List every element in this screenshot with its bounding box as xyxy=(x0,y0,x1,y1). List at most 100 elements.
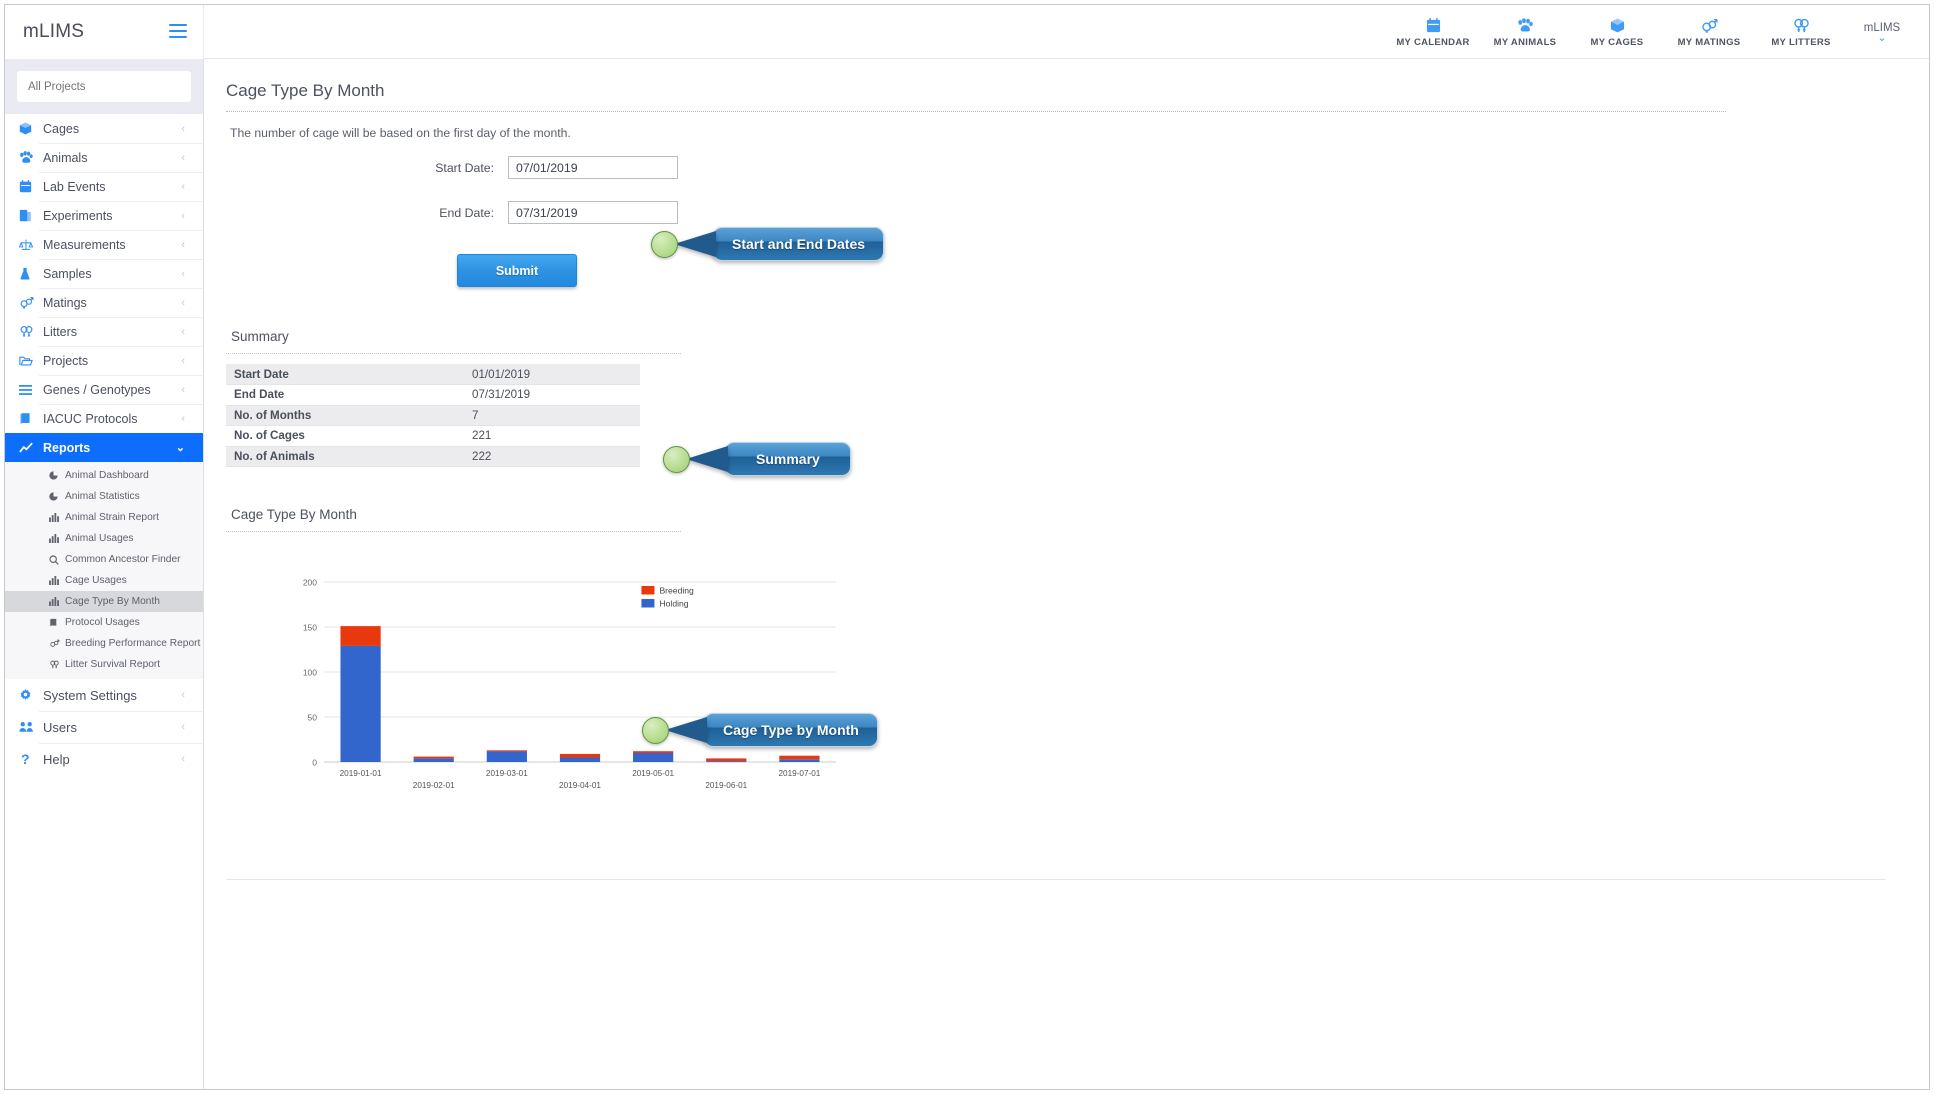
summary-value: 01/01/2019 xyxy=(464,364,640,385)
topnav-item-my-animals[interactable]: MY ANIMALS xyxy=(1479,5,1571,59)
sidebar-item-label: Lab Events xyxy=(43,179,106,194)
submenu-item-animal-dashboard[interactable]: Animal Dashboard xyxy=(5,465,203,486)
submenu-item-common-ancestor-finder[interactable]: Common Ancestor Finder xyxy=(5,549,203,570)
topnav-label: MY ANIMALS xyxy=(1493,36,1557,48)
submenu-item-cage-usages[interactable]: Cage Usages xyxy=(5,570,203,591)
summary-key: No. of Months xyxy=(226,405,464,426)
chevron-left-icon: ‹ xyxy=(181,412,185,425)
submenu-item-label: Common Ancestor Finder xyxy=(65,554,181,565)
calendar-icon xyxy=(1426,17,1441,34)
sidebar-item-label: System Settings xyxy=(43,687,137,703)
table-row: End Date 07/31/2019 xyxy=(226,384,640,406)
top-header: mLIMS MY CALENDAR MY ANIMALS MY CAGES MY… xyxy=(5,5,1929,59)
summary-value-cages-link[interactable]: 221 xyxy=(464,425,640,447)
end-date-row: End Date: xyxy=(226,201,1886,224)
submenu-item-label: Animal Statistics xyxy=(65,491,140,502)
topnav-item-my-litters[interactable]: MY LITTERS xyxy=(1755,5,1847,59)
reports-submenu: Animal Dashboard Animal Statistics Anima… xyxy=(5,462,203,679)
book-icon xyxy=(19,412,43,425)
sidebar-item-lab-events[interactable]: Lab Events ‹ xyxy=(5,172,203,201)
svg-text:200: 200 xyxy=(303,578,317,588)
submit-button[interactable]: Submit xyxy=(457,254,577,287)
chevron-left-icon: ‹ xyxy=(181,383,185,396)
hamburger-icon[interactable] xyxy=(169,24,187,38)
submenu-item-label: Cage Usages xyxy=(65,575,127,586)
chart-svg: 0 50 100 150 200 2019-01-01 2019-02-01 2019-03-… xyxy=(303,578,836,790)
report-page: Cage Type By Month The number of cage wi… xyxy=(226,59,1886,824)
topnav-label: MY LITTERS xyxy=(1771,36,1831,48)
chevron-left-icon: ‹ xyxy=(181,296,185,309)
table-row: No. of Cages 221 xyxy=(226,425,640,447)
project-selector-input[interactable] xyxy=(17,71,191,102)
submenu-item-cage-type-by-month[interactable]: Cage Type By Month xyxy=(5,591,203,612)
submenu-item-label: Protocol Usages xyxy=(65,617,140,628)
submenu-item-animal-strain-report[interactable]: Animal Strain Report xyxy=(5,507,203,528)
sidebar-item-label: Samples xyxy=(43,266,92,281)
chevron-left-icon: ‹ xyxy=(181,209,185,222)
submenu-item-animal-statistics[interactable]: Animal Statistics xyxy=(5,486,203,507)
submenu-item-protocol-usages[interactable]: Protocol Usages xyxy=(5,612,203,633)
flask-doc-icon xyxy=(19,209,43,222)
cube-icon xyxy=(19,122,43,135)
sidebar-item-help[interactable]: ? Help ‹ xyxy=(5,743,203,775)
chart-section: Cage Type By Month 0 50 100 150 200 2019-01-0… xyxy=(226,507,1886,824)
sidebar-item-label: Users xyxy=(43,719,77,735)
sidebar-item-label: Reports xyxy=(43,440,91,455)
gear-icon xyxy=(19,688,43,702)
mating-icon xyxy=(49,639,65,648)
svg-text:2019-07-01: 2019-07-01 xyxy=(778,769,820,778)
pie-chart-icon xyxy=(49,492,65,501)
submenu-item-animal-usages[interactable]: Animal Usages xyxy=(5,528,203,549)
top-navigation: MY CALENDAR MY ANIMALS MY CAGES MY MATIN… xyxy=(1387,5,1917,59)
question-icon: ? xyxy=(21,751,30,767)
sidebar-item-experiments[interactable]: Experiments ‹ xyxy=(5,201,203,230)
summary-key: No. of Cages xyxy=(226,425,464,447)
callout-tail xyxy=(674,231,716,257)
start-date-input[interactable] xyxy=(508,156,678,179)
sidebar-item-cages[interactable]: Cages ‹ xyxy=(5,114,203,143)
sidebar-item-samples[interactable]: Samples ‹ xyxy=(5,259,203,288)
callout-cage-type-by-month: Cage Type by Month xyxy=(642,713,878,747)
sidebar-item-reports[interactable]: Reports ⌄ xyxy=(5,433,203,462)
sidebar-item-label: Litters xyxy=(43,324,78,339)
submenu-item-label: Animal Strain Report xyxy=(65,512,159,523)
topnav-item-my-calendar[interactable]: MY CALENDAR xyxy=(1387,5,1479,59)
cube-icon xyxy=(1610,17,1625,34)
summary-value-animals-link[interactable]: 222 xyxy=(464,446,640,467)
sidebar-item-projects[interactable]: Projects ‹ xyxy=(5,346,203,375)
sidebar-item-system-settings[interactable]: System Settings ‹ xyxy=(5,679,203,711)
table-row: Start Date 01/01/2019 xyxy=(226,364,640,385)
sidebar-nav-list: Cages ‹ Animals ‹ Lab Events ‹ Experimen… xyxy=(5,114,203,775)
sidebar-item-label: Measurements xyxy=(43,237,126,252)
submenu-item-breeding-performance-report[interactable]: Breeding Performance Report xyxy=(5,633,203,654)
sidebar-item-label: Cages xyxy=(43,121,80,136)
submenu-item-litter-survival-report[interactable]: Litter Survival Report xyxy=(5,654,203,675)
callout-tail xyxy=(665,717,707,743)
summary-table: Start Date 01/01/2019 End Date 07/31/201… xyxy=(226,364,640,467)
chevron-down-icon: ⌄ xyxy=(1877,32,1887,44)
sidebar-item-label: IACUC Protocols xyxy=(43,411,138,426)
sample-icon xyxy=(19,267,43,280)
sidebar-item-users[interactable]: Users ‹ xyxy=(5,711,203,743)
end-date-input[interactable] xyxy=(508,201,678,224)
sidebar-item-iacuc-protocols[interactable]: IACUC Protocols ‹ xyxy=(5,404,203,433)
callout-tail xyxy=(686,446,728,472)
sidebar-item-label: Genes / Genotypes xyxy=(43,382,151,397)
sidebar-item-litters[interactable]: Litters ‹ xyxy=(5,317,203,346)
svg-text:2019-02-01: 2019-02-01 xyxy=(413,781,455,790)
sidebar-item-genes-genotypes[interactable]: Genes / Genotypes ‹ xyxy=(5,375,203,404)
user-menu[interactable]: mLIMS ⌄ xyxy=(1847,5,1917,59)
sidebar-item-matings[interactable]: Matings ‹ xyxy=(5,288,203,317)
sidebar-item-animals[interactable]: Animals ‹ xyxy=(5,143,203,172)
topnav-item-my-cages[interactable]: MY CAGES xyxy=(1571,5,1663,59)
submit-row: Submit xyxy=(226,224,1886,287)
cage-type-by-month-chart: 0 50 100 150 200 2019-01-01 2019-02-01 2019-03-… xyxy=(286,574,1186,824)
topnav-item-my-matings[interactable]: MY MATINGS xyxy=(1663,5,1755,59)
svg-text:150: 150 xyxy=(303,623,317,633)
summary-heading: Summary xyxy=(231,329,289,344)
project-selector-wrap xyxy=(5,59,203,114)
chevron-left-icon: ‹ xyxy=(181,721,185,733)
litter-icon xyxy=(19,325,43,338)
sidebar-item-measurements[interactable]: Measurements ‹ xyxy=(5,230,203,259)
bar-chart-icon xyxy=(49,597,65,606)
